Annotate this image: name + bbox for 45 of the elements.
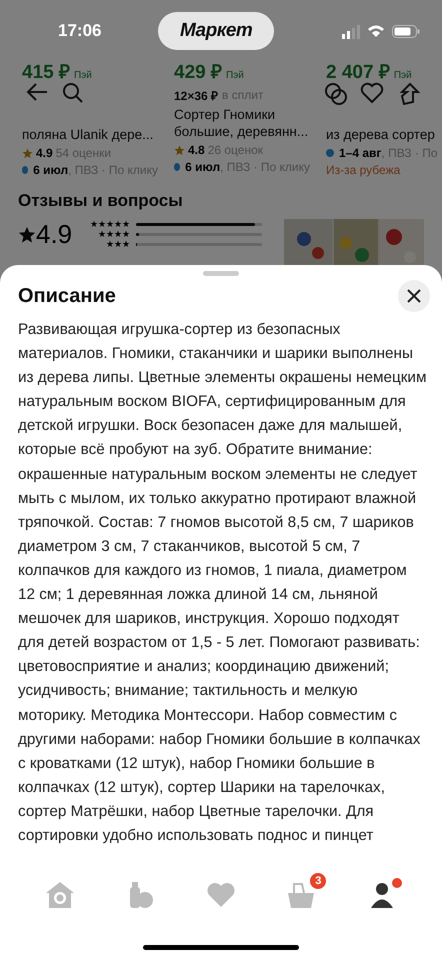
status-time: 17:06 — [58, 21, 102, 41]
drag-handle[interactable] — [203, 271, 239, 276]
signal-icon — [342, 24, 360, 38]
product-rating: 4.8 — [188, 143, 205, 157]
star-icon — [18, 226, 36, 244]
close-icon — [407, 289, 421, 303]
app-badge: Маркет — [158, 12, 274, 50]
pay-label: Пэй — [74, 70, 92, 81]
wifi-icon — [368, 24, 384, 38]
star-label: ★★★★ — [97, 229, 130, 239]
delivery-dot-icon — [326, 149, 334, 157]
description-text: Развивающая игрушка-сортер из безопасных материалов. Гномики, стаканчики и шарики выполнены из дерева липы. Цветные элементы окрашены немецким натуральным воском BIOFA, сертифицированным для детской игрушки. Воск безопасен даже для малышей, которые всё пробуют на зуб. Обратите внимание: окрашенные натуральным воском элементы не следует мыть с мылом, их только аккуратно протирают влажной тряпочкой. Состав: 7 гномов высотой 8,5 см, 7 шариков диаметром 3 см, 7 стаканчиков, высотой 5 см, 7 колпачков для каждого из гномов, 1 пиала, диаметром 12 см; 1 деревянная ложка длиной 14 см, льняной мешочек для шариков, инструкция. Хорошо подходят для детей возрастом от 1,5 - 5 лет. Помогают развивать: цветовосприятие и анализ; координацию движений; усидчивость; внимание; тактильность и мелкую моторику. Методика Монтессори. Набор совместим с другими наборами: набор Гномики большие в колпачках с кроватками (12 штук), набор Гномики большие в колпачках (12 штук), сортер Шарики на тарелочках, сортер Матрёшки, набор Цветные тарелочки. Для сортировки удобно использовать поднос и пинцет — [18, 320, 428, 846]
sheet-title: Описание — [18, 284, 116, 308]
compare-icon[interactable] — [324, 82, 348, 106]
star-label: ★★★ — [105, 239, 130, 249]
share-icon[interactable] — [398, 82, 420, 106]
product-rating: 4.9 — [36, 146, 53, 160]
pay-label: Пэй — [394, 70, 412, 81]
cart-count-badge: 3 — [310, 873, 326, 889]
back-icon[interactable] — [26, 82, 48, 102]
origin-note: Из-за рубежа — [326, 163, 402, 177]
section-title: Отзывы и вопросы — [18, 191, 183, 210]
close-button[interactable] — [398, 280, 430, 312]
product-price: 2 407 ₽ — [326, 61, 390, 84]
delivery-date: 1–4 авг — [339, 146, 382, 160]
delivery-dot-icon — [174, 163, 180, 171]
product-price: 429 ₽ — [174, 61, 222, 84]
delivery-date: 6 июл — [33, 163, 68, 177]
profile-icon[interactable] — [368, 881, 395, 909]
average-rating: 4.9 — [36, 219, 72, 250]
heart-icon[interactable] — [360, 82, 384, 104]
pay-label: Пэй — [226, 70, 244, 81]
cart-icon[interactable] — [286, 881, 316, 909]
delivery-date: 6 июл — [185, 160, 220, 174]
star-label: ★★★★★ — [89, 219, 130, 229]
product-price: 415 ₽ — [22, 61, 70, 84]
star-icon — [174, 144, 185, 156]
delivery-dot-icon — [22, 166, 28, 174]
search-icon[interactable] — [62, 82, 84, 104]
product-title[interactable]: Сортер Гномики большие, деревянн... — [174, 106, 310, 140]
split-price: 12×36 ₽ — [174, 88, 218, 104]
product-title[interactable]: из дерева сортер — [326, 126, 442, 143]
star-icon — [22, 148, 33, 158]
battery-icon — [392, 24, 420, 38]
product-title[interactable]: поляна Ulanik дере... — [22, 126, 158, 143]
